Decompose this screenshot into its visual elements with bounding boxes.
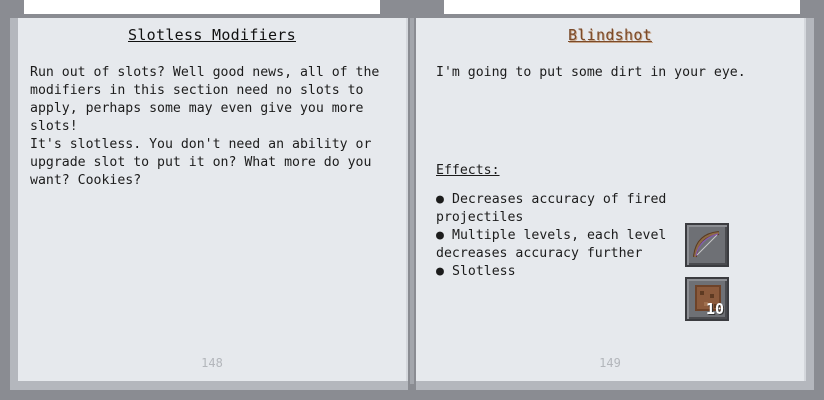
right-page-number[interactable]: 149 — [416, 356, 804, 370]
right-page-title: Blindshot — [568, 26, 652, 44]
dirt-slot[interactable]: 10 — [685, 277, 729, 321]
book-spine-tab — [380, 0, 444, 14]
effect-text: Decreases accuracy of fired projectiles — [436, 192, 667, 225]
book-corner-tab — [0, 0, 24, 14]
effects-label: Effects: — [436, 163, 500, 178]
guide-book: Slotless Modifiers Run out of slots? Wel… — [0, 0, 824, 400]
bullet-icon: ● — [436, 264, 444, 279]
effect-text: Slotless — [452, 264, 516, 279]
left-page-number[interactable]: 148 — [18, 356, 406, 370]
bullet-icon: ● — [436, 192, 444, 207]
effect-item: ● Slotless — [436, 263, 676, 281]
effect-item: ● Multiple levels, each level decreases a… — [436, 227, 676, 263]
item-count: 10 — [705, 300, 724, 318]
right-page-intro: I'm going to put some dirt in your eye. — [436, 65, 746, 80]
book-spine-highlight — [410, 18, 414, 384]
bow-icon — [693, 231, 720, 258]
effect-item: ● Decreases accuracy of fired projectiles — [436, 191, 676, 227]
effect-text: Multiple levels, each level decreases ac… — [436, 228, 667, 261]
tab-gap — [24, 0, 380, 10]
effects-list: ● Decreases accuracy of fired projectiles… — [436, 191, 676, 281]
tab-gap — [444, 0, 800, 10]
left-page-title: Slotless Modifiers — [128, 26, 296, 44]
left-page-paragraph-1: Run out of slots? Well good news, all of… — [30, 65, 388, 134]
left-page: Slotless Modifiers Run out of slots? Wel… — [18, 18, 408, 381]
bullet-icon: ● — [436, 228, 444, 243]
left-page-paragraph-2: It's slotless. You don't need an ability… — [30, 137, 380, 188]
book-corner-tab — [800, 0, 824, 14]
bow-slot[interactable] — [685, 223, 729, 267]
right-page: Blindshot I'm going to put some dirt in … — [416, 18, 806, 381]
